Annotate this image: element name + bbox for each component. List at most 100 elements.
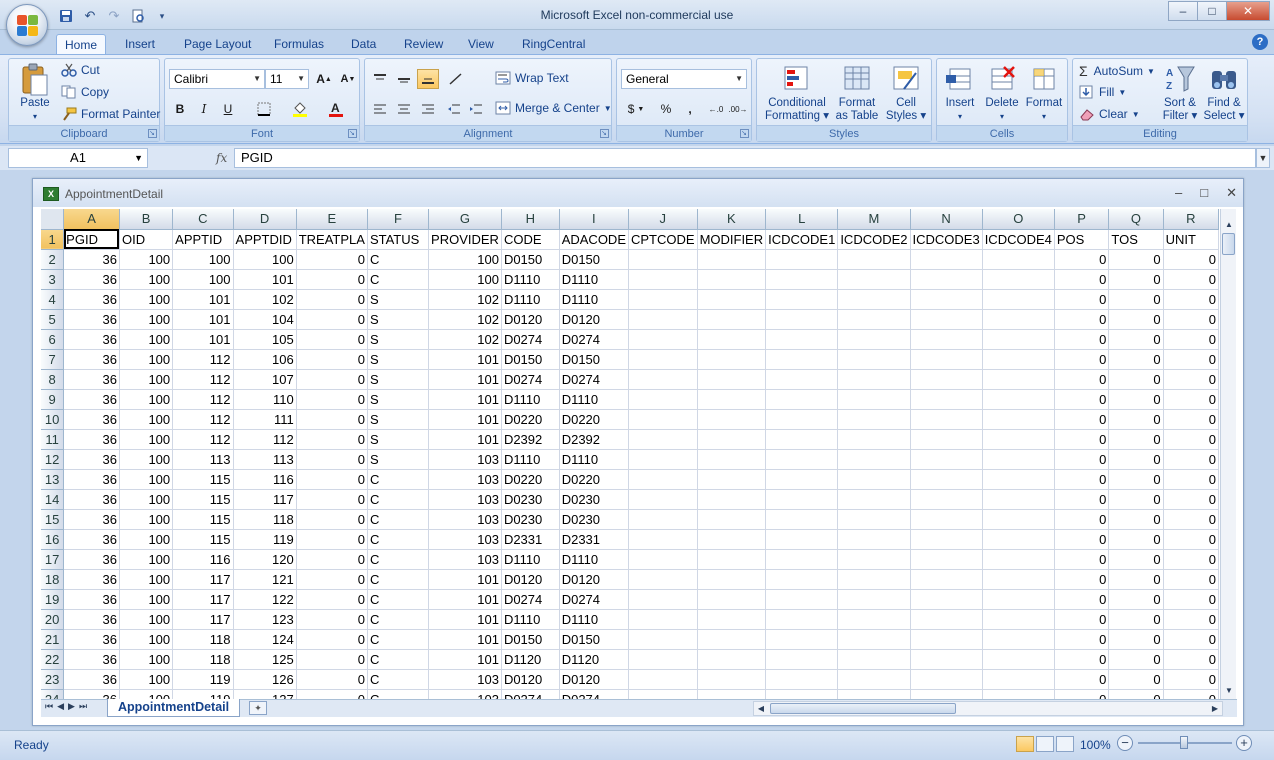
- cell[interactable]: 36: [63, 429, 120, 450]
- alignment-dialog-launcher[interactable]: ↘: [600, 129, 609, 138]
- row-header[interactable]: 7: [41, 349, 65, 370]
- cell[interactable]: [910, 509, 983, 530]
- cell[interactable]: 110: [233, 389, 297, 410]
- cell[interactable]: S: [367, 349, 430, 370]
- cell[interactable]: 0: [296, 309, 368, 330]
- cell[interactable]: [910, 369, 983, 390]
- cell[interactable]: MODIFIER: [697, 229, 767, 250]
- horizontal-scroll-thumb[interactable]: [770, 703, 956, 714]
- cell[interactable]: C: [367, 629, 430, 650]
- cell[interactable]: 36: [63, 449, 120, 470]
- shrink-font-button[interactable]: A ▼: [337, 69, 359, 89]
- cell[interactable]: D0230: [559, 489, 630, 510]
- cell[interactable]: 0: [1163, 269, 1219, 290]
- cell[interactable]: 100: [119, 249, 174, 270]
- cell[interactable]: ICDCODE4: [982, 229, 1055, 250]
- cell[interactable]: 0: [296, 409, 368, 430]
- number-dialog-launcher[interactable]: ↘: [740, 129, 749, 138]
- cell[interactable]: [982, 349, 1055, 370]
- cell[interactable]: 36: [63, 509, 120, 530]
- cell[interactable]: [628, 449, 698, 470]
- cell[interactable]: 0: [1108, 389, 1164, 410]
- cell[interactable]: C: [367, 609, 430, 630]
- cell[interactable]: [837, 429, 911, 450]
- cell[interactable]: 121: [233, 569, 297, 590]
- cell[interactable]: [837, 329, 911, 350]
- cell[interactable]: [982, 529, 1055, 550]
- cell[interactable]: 0: [1054, 629, 1110, 650]
- row-header[interactable]: 10: [41, 409, 65, 430]
- cell[interactable]: 0: [296, 429, 368, 450]
- horizontal-scrollbar[interactable]: ◀ ▶: [753, 701, 1223, 716]
- cell[interactable]: 0: [296, 369, 368, 390]
- cell[interactable]: [628, 469, 698, 490]
- cell[interactable]: D0230: [501, 509, 560, 530]
- cell[interactable]: [765, 429, 839, 450]
- cell[interactable]: [697, 609, 767, 630]
- row-header[interactable]: 9: [41, 389, 65, 410]
- cell[interactable]: 0: [1163, 249, 1219, 270]
- cell[interactable]: [765, 329, 839, 350]
- cell[interactable]: 100: [119, 369, 174, 390]
- column-header-c[interactable]: C: [172, 209, 234, 230]
- insert-cells-button[interactable]: Insert ▾: [939, 63, 981, 123]
- column-header-q[interactable]: Q: [1108, 209, 1164, 230]
- cell[interactable]: [628, 669, 698, 690]
- last-sheet-icon[interactable]: ⏭: [79, 701, 87, 712]
- row-header[interactable]: 16: [41, 529, 65, 550]
- cell[interactable]: 100: [119, 549, 174, 570]
- cell[interactable]: 0: [296, 609, 368, 630]
- cell[interactable]: 0: [296, 389, 368, 410]
- formula-input[interactable]: PGID: [234, 148, 1256, 168]
- cell[interactable]: [765, 689, 839, 699]
- cell[interactable]: 0: [1108, 369, 1164, 390]
- cell[interactable]: 122: [233, 589, 297, 610]
- row-header[interactable]: 24: [41, 689, 65, 699]
- cell[interactable]: 100: [428, 249, 502, 270]
- percent-button[interactable]: %: [655, 99, 677, 119]
- cell[interactable]: 36: [63, 569, 120, 590]
- row-header[interactable]: 2: [41, 249, 65, 270]
- cell[interactable]: [837, 689, 911, 699]
- cell[interactable]: PROVIDER: [428, 229, 502, 250]
- cell[interactable]: C: [367, 589, 430, 610]
- cell[interactable]: D0274: [501, 589, 560, 610]
- cell[interactable]: 0: [1108, 689, 1164, 699]
- cell[interactable]: [628, 509, 698, 530]
- cell[interactable]: [910, 429, 983, 450]
- row-header[interactable]: 18: [41, 569, 65, 590]
- cell[interactable]: 103: [428, 689, 502, 699]
- scroll-right-icon[interactable]: ▶: [1208, 702, 1222, 715]
- cell[interactable]: D1110: [559, 549, 630, 570]
- cell[interactable]: [697, 469, 767, 490]
- cell[interactable]: [837, 569, 911, 590]
- cell[interactable]: [628, 569, 698, 590]
- cell[interactable]: C: [367, 249, 430, 270]
- cell[interactable]: [982, 449, 1055, 470]
- cell[interactable]: 0: [1054, 289, 1110, 310]
- cell[interactable]: [628, 649, 698, 670]
- cell[interactable]: 36: [63, 269, 120, 290]
- cell[interactable]: D1110: [501, 609, 560, 630]
- cell[interactable]: S: [367, 369, 430, 390]
- cell[interactable]: 0: [296, 649, 368, 670]
- cell[interactable]: 100: [119, 349, 174, 370]
- cell[interactable]: D0230: [559, 509, 630, 530]
- cell[interactable]: 36: [63, 609, 120, 630]
- sort-filter-button[interactable]: AZ Sort & Filter ▾: [1159, 63, 1201, 123]
- cell[interactable]: 118: [172, 629, 234, 650]
- cell[interactable]: 101: [233, 269, 297, 290]
- cell[interactable]: D0220: [559, 469, 630, 490]
- cell[interactable]: 100: [119, 649, 174, 670]
- column-header-g[interactable]: G: [428, 209, 502, 230]
- cell[interactable]: [628, 289, 698, 310]
- tab-insert[interactable]: Insert: [117, 34, 163, 54]
- orientation-icon[interactable]: [445, 69, 467, 89]
- cell[interactable]: 0: [296, 329, 368, 350]
- cell[interactable]: 0: [296, 249, 368, 270]
- cell[interactable]: [628, 529, 698, 550]
- cell[interactable]: 100: [119, 429, 174, 450]
- cell[interactable]: 0: [1163, 569, 1219, 590]
- cell[interactable]: [765, 449, 839, 470]
- cell[interactable]: [765, 309, 839, 330]
